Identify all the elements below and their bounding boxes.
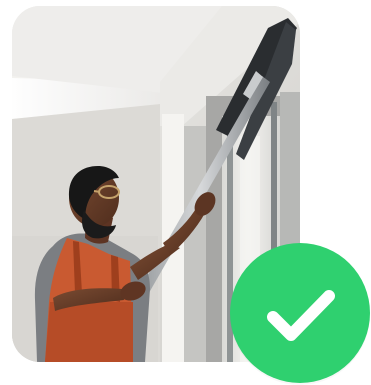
check-icon <box>267 290 335 341</box>
hero-image-card <box>0 0 371 385</box>
success-badge <box>230 243 370 383</box>
